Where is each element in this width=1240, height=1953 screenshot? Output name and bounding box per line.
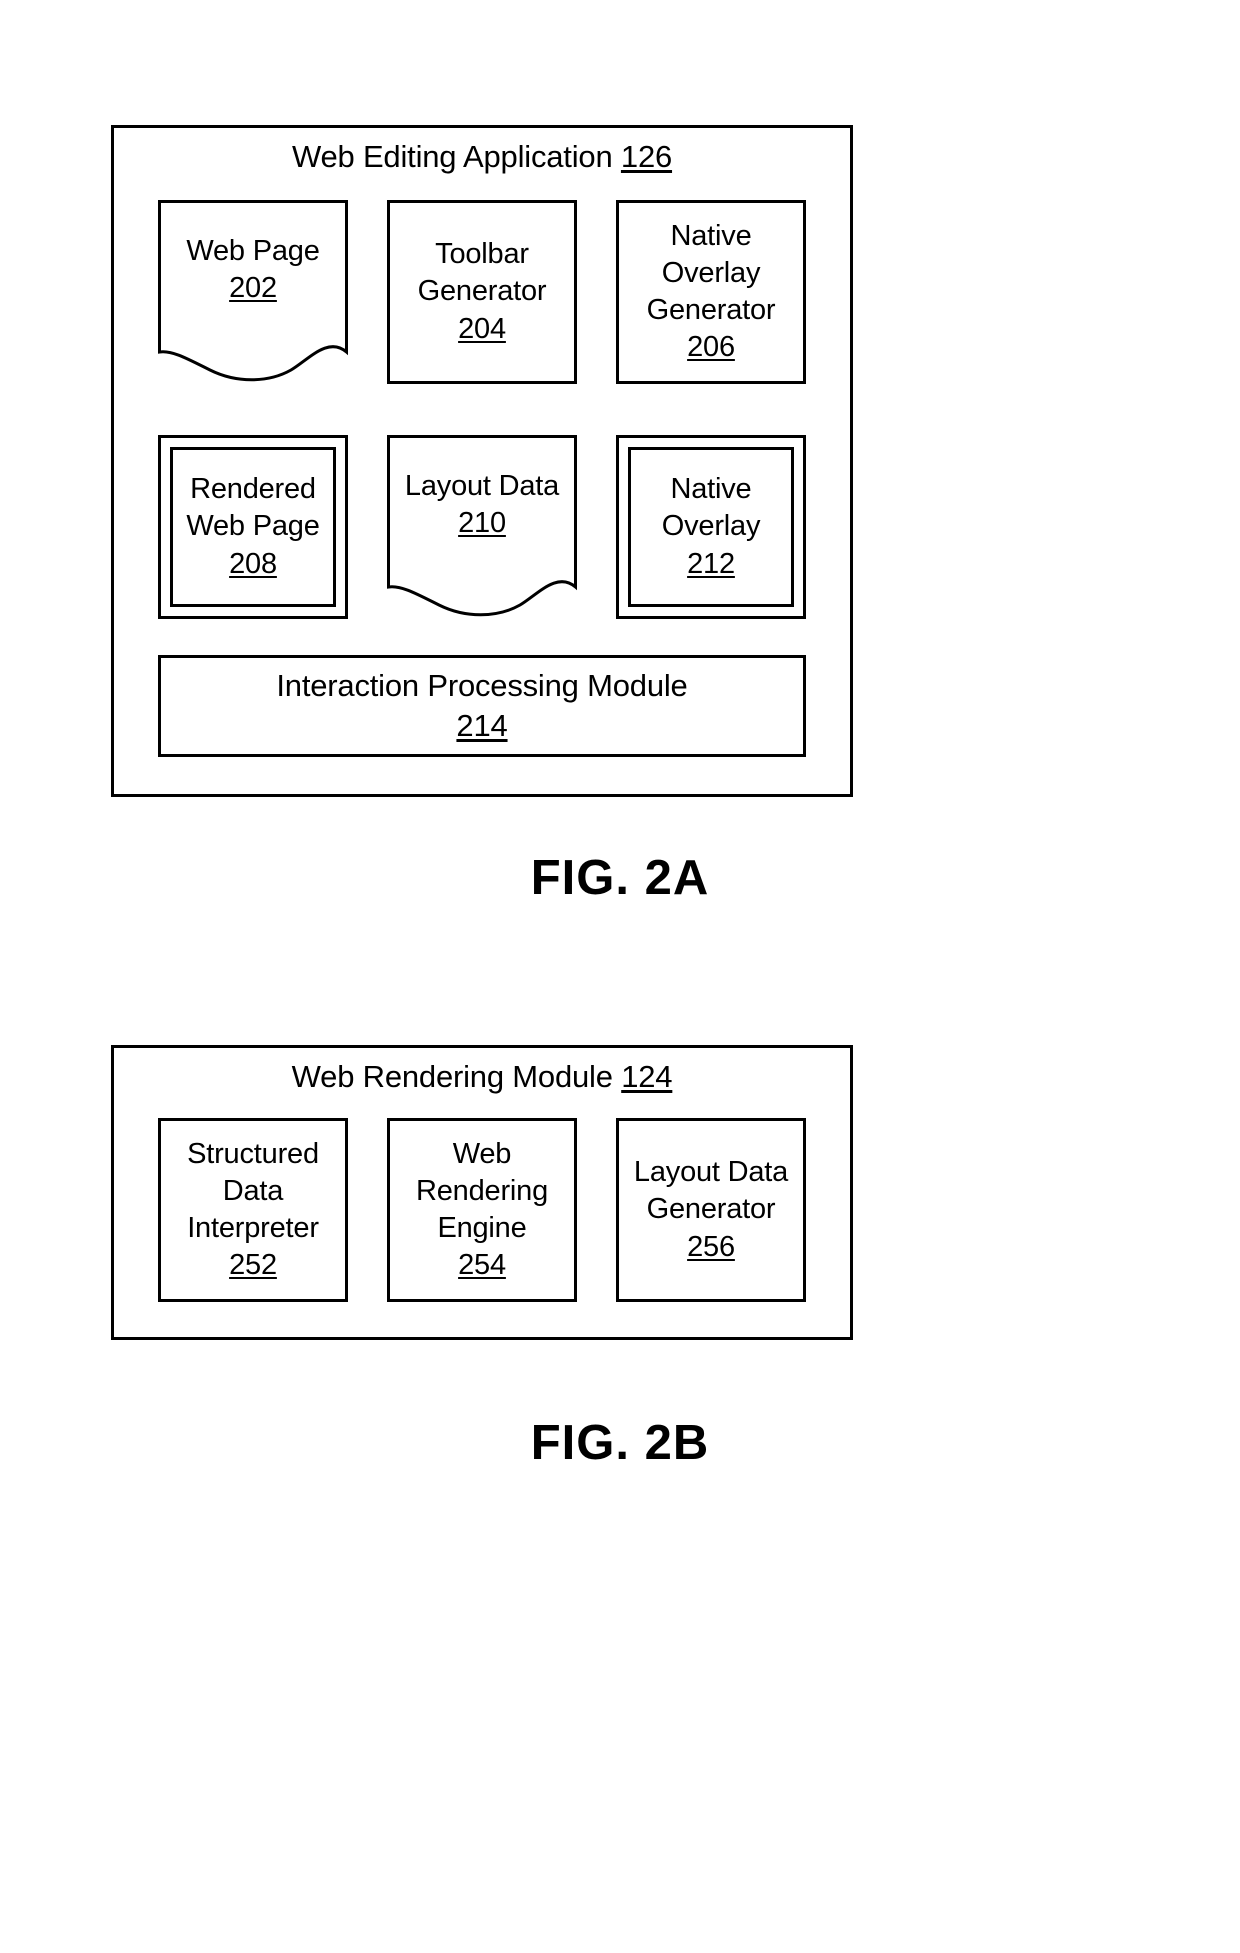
native-overlay-generator-label: Native Overlay Generator 206: [643, 218, 780, 366]
layout-data-cell: Layout Data 210: [387, 435, 577, 619]
layout-data-label: Layout Data 210: [401, 468, 563, 542]
native-overlay-ref: 212: [687, 547, 735, 580]
toolbar-generator-box: Toolbar Generator 204: [387, 200, 577, 384]
structured-data-interpreter-label: Structured Data Interpreter 252: [183, 1136, 323, 1284]
structured-data-interpreter-ref: 252: [229, 1249, 277, 1282]
layout-data-generator-line1: Layout Data: [633, 1156, 789, 1189]
web-rendering-engine-cell: Web Rendering Engine 254: [387, 1118, 577, 1302]
web-rendering-engine-line3: Engine: [437, 1212, 527, 1244]
web-rendering-engine-line1: Web: [452, 1137, 512, 1170]
web-page-label: Web Page 202: [182, 233, 323, 307]
layout-data-text: Layout Data: [404, 469, 560, 502]
native-overlay-inner-border: Native Overlay 212: [628, 447, 794, 607]
web-editing-application-title-text: Web Editing Application: [291, 139, 613, 174]
toolbar-generator-label: Toolbar Generator 204: [414, 236, 551, 347]
web-rendering-module-title: Web Rendering Module 124: [114, 1048, 850, 1094]
native-overlay-box: Native Overlay 212: [616, 435, 806, 619]
web-rendering-engine-box: Web Rendering Engine 254: [387, 1118, 577, 1302]
layout-data-generator-box: Layout Data Generator 256: [616, 1118, 806, 1302]
layout-data-generator-label: Layout Data Generator 256: [630, 1154, 792, 1265]
web-page-box: Web Page 202: [158, 200, 348, 384]
structured-data-interpreter-cell: Structured Data Interpreter 252: [158, 1118, 348, 1302]
rendered-web-page-cell: Rendered Web Page 208: [158, 435, 348, 619]
toolbar-generator-cell: Toolbar Generator 204: [387, 200, 577, 384]
toolbar-generator-line2: Generator: [417, 275, 547, 308]
structured-data-interpreter-line1: Structured: [187, 1137, 319, 1170]
native-overlay-generator-box: Native Overlay Generator 206: [616, 200, 806, 384]
toolbar-generator-ref: 204: [458, 312, 506, 345]
fig2a-row-2: Rendered Web Page 208 Layout Data 210 Na…: [114, 435, 850, 619]
web-rendering-module-ref: 124: [621, 1059, 673, 1094]
native-overlay-generator-cell: Native Overlay Generator 206: [616, 200, 806, 384]
figure-2b-caption: FIG. 2B: [530, 1416, 710, 1470]
layout-data-generator-cell: Layout Data Generator 256: [616, 1118, 806, 1302]
rendered-web-page-box: Rendered Web Page 208: [158, 435, 348, 619]
web-page-text: Web Page: [186, 234, 320, 267]
figure-2b: Web Rendering Module 124 Structured Data…: [111, 1045, 853, 1340]
fig2a-row-1: Web Page 202 Toolbar Generator 204 Nativ…: [114, 200, 850, 384]
web-page-cell: Web Page 202: [158, 200, 348, 384]
native-overlay-generator-line1: Native: [670, 219, 752, 252]
layout-data-label-wrap: Layout Data 210: [387, 435, 577, 575]
web-rendering-engine-line2: Rendering: [415, 1174, 548, 1207]
web-rendering-module-container: Web Rendering Module 124 Structured Data…: [111, 1045, 853, 1340]
native-overlay-line1: Native: [670, 473, 752, 506]
interaction-processing-module-ref: 214: [456, 708, 508, 743]
interaction-processing-module-cell: Interaction Processing Module 214: [158, 655, 806, 757]
web-page-label-wrap: Web Page 202: [158, 200, 348, 340]
toolbar-generator-line1: Toolbar: [435, 238, 529, 271]
structured-data-interpreter-line3: Interpreter: [187, 1212, 319, 1244]
interaction-processing-module-box: Interaction Processing Module 214: [158, 655, 806, 757]
layout-data-ref: 210: [458, 506, 506, 539]
web-rendering-engine-ref: 254: [458, 1249, 506, 1282]
native-overlay-cell: Native Overlay 212: [616, 435, 806, 619]
patent-drawing-sheet: Web Editing Application 126 Web Page 202: [0, 0, 1240, 1953]
native-overlay-label: Native Overlay 212: [658, 471, 765, 582]
rendered-web-page-line2: Web Page: [186, 510, 320, 543]
layout-data-box: Layout Data 210: [387, 435, 577, 619]
web-rendering-engine-label: Web Rendering Engine 254: [412, 1136, 552, 1284]
fig2b-row-1: Structured Data Interpreter 252 Web Rend…: [114, 1118, 850, 1302]
layout-data-generator-line2: Generator: [646, 1193, 776, 1226]
fig2a-row-3: Interaction Processing Module 214: [114, 655, 850, 757]
rendered-web-page-inner-border: Rendered Web Page 208: [170, 447, 336, 607]
native-overlay-generator-ref: 206: [687, 331, 735, 364]
native-overlay-generator-line2: Overlay: [661, 256, 761, 289]
rendered-web-page-line1: Rendered: [190, 473, 316, 506]
web-editing-application-container: Web Editing Application 126 Web Page 202: [111, 125, 853, 797]
rendered-web-page-ref: 208: [229, 547, 277, 580]
structured-data-interpreter-line2: Data: [222, 1174, 284, 1207]
structured-data-interpreter-box: Structured Data Interpreter 252: [158, 1118, 348, 1302]
web-page-ref: 202: [229, 271, 277, 304]
interaction-processing-module-text: Interaction Processing Module: [276, 667, 688, 703]
figure-2a: Web Editing Application 126 Web Page 202: [111, 125, 853, 797]
interaction-processing-module-label: Interaction Processing Module 214: [272, 666, 691, 747]
native-overlay-generator-line3: Generator: [646, 294, 776, 326]
figure-2a-caption: FIG. 2A: [530, 851, 710, 905]
web-rendering-module-title-text: Web Rendering Module: [291, 1059, 613, 1094]
rendered-web-page-label: Rendered Web Page 208: [182, 471, 323, 582]
web-editing-application-title: Web Editing Application 126: [114, 128, 850, 174]
web-editing-application-ref: 126: [620, 139, 673, 174]
layout-data-generator-ref: 256: [687, 1230, 735, 1263]
native-overlay-line2: Overlay: [661, 510, 761, 543]
